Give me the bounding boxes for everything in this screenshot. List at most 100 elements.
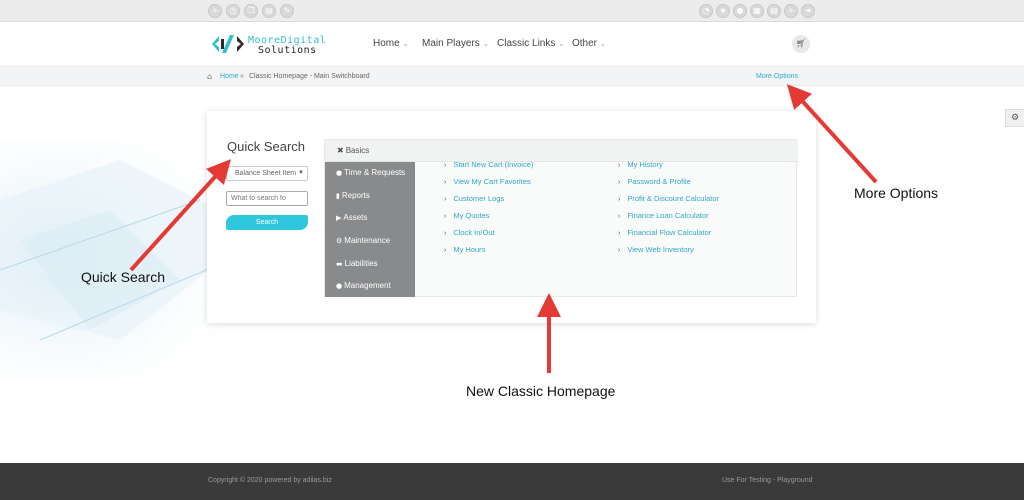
file-icon[interactable]: ▤	[262, 4, 276, 18]
link-label: Clock In/Out	[453, 228, 495, 237]
search-input[interactable]	[226, 191, 308, 206]
chevron-right-icon: ›	[618, 247, 621, 254]
copy-icon[interactable]: ❐	[244, 4, 258, 18]
link-clock-in-out[interactable]: › Clock In/Out	[444, 228, 495, 237]
link-label: Financial Flow Calculator	[627, 228, 712, 237]
add-user-icon[interactable]: +	[784, 4, 798, 18]
settings-gear-icon[interactable]: ⚙	[1005, 109, 1024, 127]
search-button[interactable]: Search	[226, 215, 308, 230]
chevron-right-icon: ›	[444, 196, 447, 203]
side-tab-time-requests[interactable]: ● Time & Requests	[336, 168, 405, 177]
tab-basics[interactable]: ✖ Basics	[325, 140, 798, 162]
link-label: My History	[627, 160, 663, 169]
side-tab-reports[interactable]: ▮ Reports	[336, 191, 370, 200]
chevron-down-icon: ⌄	[402, 41, 409, 48]
footer-environment-note: Use For Testing - Playground	[722, 477, 813, 484]
chevron-right-icon: ›	[618, 213, 621, 220]
breadcrumb: ⌂ Home » Classic Homepage - Main Switchb…	[0, 66, 1024, 86]
chevron-right-icon: ›	[618, 230, 621, 237]
chevron-down-icon: ⌄	[482, 41, 489, 48]
link-finance-loan-calculator[interactable]: › Finance Loan Calculator	[618, 211, 709, 220]
brand-logo-icon[interactable]	[210, 33, 246, 55]
brand-name-line2[interactable]: Solutions	[258, 45, 317, 56]
calendar-icon[interactable]: ▦	[750, 4, 764, 18]
side-tab-label: Reports	[341, 191, 370, 200]
chevron-right-icon: ›	[444, 247, 447, 254]
side-tab-label: Liabilities	[344, 259, 378, 268]
side-tab-management[interactable]: ● Management	[336, 281, 391, 290]
nav-item-label: Classic Links	[497, 38, 556, 49]
search-type-value: Balance Sheet Item	[235, 170, 297, 177]
breadcrumb-current: Classic Homepage - Main Switchboard	[249, 73, 370, 80]
gear-icon: ⚙	[336, 237, 343, 245]
cart-icon[interactable]: 🛒︎	[792, 35, 810, 53]
nav-item-main-players[interactable]: Main Players ⌄	[422, 38, 489, 49]
annotation-more-options: More Options	[854, 185, 939, 201]
chevron-right-icon: ›	[444, 230, 447, 237]
side-tab-assets[interactable]: ▶ Assets	[336, 213, 367, 222]
list-icon[interactable]: ▤	[767, 4, 781, 18]
link-financial-flow-calculator[interactable]: › Financial Flow Calculator	[618, 228, 711, 237]
annotation-quick-search: Quick Search	[81, 269, 166, 285]
search-type-select[interactable]: Balance Sheet Item ▼	[226, 166, 308, 181]
link-label: Customer Logs	[453, 194, 505, 203]
link-label: Profit & Discount Calculator	[627, 194, 720, 203]
magic-icon[interactable]: ✎	[280, 4, 294, 18]
home-icon[interactable]: ⌂	[207, 72, 212, 81]
breadcrumb-home-link[interactable]: Home	[220, 73, 239, 80]
more-options-link[interactable]: More Options	[756, 73, 798, 80]
link-label: My Hours	[453, 245, 486, 254]
chevron-down-icon: ▼	[298, 170, 304, 176]
link-label: Finance Loan Calculator	[627, 211, 709, 220]
sign-out-icon[interactable]: ➜	[801, 4, 815, 18]
chevron-right-icon: ›	[444, 162, 447, 169]
nav-item-label: Home	[373, 38, 400, 49]
link-password-profile[interactable]: › Password & Profile	[618, 177, 691, 186]
link-profit-discount-calculator[interactable]: › Profit & Discount Calculator	[618, 194, 719, 203]
side-tab-liabilities[interactable]: ▬ Liabilities	[336, 259, 378, 268]
nav-item-home[interactable]: Home ⌄	[373, 38, 409, 49]
stopwatch-icon: ●	[336, 169, 343, 177]
link-label: Start New Cart (Invoice)	[453, 160, 534, 169]
side-tab-label: Management	[344, 281, 391, 290]
side-tab-label: Time & Requests	[344, 168, 406, 177]
main-switchboard-card: Quick Search Balance Sheet Item ▼ Search…	[207, 111, 816, 323]
page-footer: Copyright © 2020 powered by adilas.biz U…	[0, 463, 1024, 500]
link-label: View My Cart Favorites	[453, 177, 531, 186]
tab-label: Basics	[345, 146, 370, 155]
side-tab-maintenance[interactable]: ⚙ Maintenance	[336, 236, 390, 245]
clock-icon[interactable]: ◷	[226, 4, 240, 18]
chevron-down-icon: ⌄	[558, 41, 565, 48]
chevron-right-icon: ›	[618, 162, 621, 169]
link-my-history[interactable]: › My History	[618, 160, 663, 169]
link-label: Password & Profile	[627, 177, 691, 186]
file-icon: ▮	[336, 192, 340, 200]
nav-item-other[interactable]: Other ⌄	[572, 38, 606, 49]
credit-card-icon: ▬	[336, 260, 343, 268]
wrench-icon: ✖	[337, 146, 344, 155]
top-utility-bar: + ◷ ❐ ▤ ✎ ◔ ★ ● ▦ ▤ + ➜	[0, 0, 1024, 22]
link-view-web-inventory[interactable]: › View Web Inventory	[618, 245, 694, 254]
link-view-cart-favorites[interactable]: › View My Cart Favorites	[444, 177, 531, 186]
side-tab-list: ● Time & Requests ▮ Reports ▶ Assets ⚙ Maint…	[325, 162, 415, 297]
chevron-right-icon: ›	[618, 196, 621, 203]
users-icon[interactable]: ●	[733, 4, 747, 18]
quick-search-title: Quick Search	[227, 139, 306, 154]
side-tab-label: Assets	[343, 213, 368, 222]
plus-icon[interactable]: +	[208, 4, 222, 18]
side-tab-label: Maintenance	[344, 236, 391, 245]
link-customer-logs[interactable]: › Customer Logs	[444, 194, 504, 203]
nav-item-classic-links[interactable]: Classic Links ⌄	[497, 38, 564, 49]
link-label: View Web Inventory	[627, 245, 694, 254]
link-my-quotes[interactable]: › My Quotes	[444, 211, 490, 220]
chevron-down-icon: ⌄	[600, 41, 606, 48]
chevron-right-icon: ›	[444, 213, 447, 220]
star-icon[interactable]: ★	[716, 4, 730, 18]
link-start-new-cart[interactable]: › Start New Cart (Invoice)	[444, 160, 533, 169]
link-my-hours[interactable]: › My Hours	[444, 245, 485, 254]
chevron-right-icon: ›	[444, 179, 447, 186]
switchboard-panel: ✖ Basics ● Time & Requests ▮ Reports ▶ Asset…	[324, 139, 798, 297]
annotation-new-classic-homepage: New Classic Homepage	[466, 383, 616, 399]
dashboard-icon[interactable]: ◔	[699, 4, 713, 18]
user-icon: ●	[336, 282, 343, 290]
